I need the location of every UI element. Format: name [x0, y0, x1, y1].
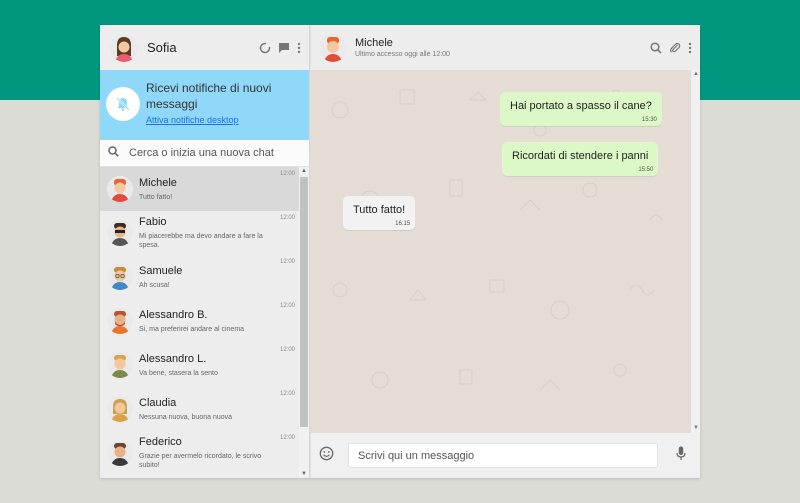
chat-preview: Si, ma preferirei andare al cinema	[139, 325, 245, 333]
message-bubble-outgoing[interactable]: Ricordati di stendere i panni 15:50	[502, 142, 659, 176]
avatar	[107, 176, 133, 202]
composer-bar	[310, 433, 700, 478]
enable-notifications-link[interactable]: Attiva notifiche desktop	[146, 115, 301, 125]
chat-name: Michele	[139, 176, 177, 189]
message-area-scrollbar[interactable]: ▲ ▼	[691, 70, 700, 433]
notification-title: Ricevi notifiche di nuovi messaggi	[146, 81, 272, 111]
contact-name: Michele	[355, 37, 393, 49]
chat-list: Michele Tutto fatto! 12:00 Fabio Mi piacer…	[100, 167, 309, 478]
avatar	[107, 352, 133, 378]
message-bubble-incoming[interactable]: Tutto fatto! 16:15	[343, 196, 416, 230]
scroll-up-arrow-icon[interactable]: ▲	[301, 168, 307, 174]
chat-preview: Mi piacerebbe ma devo andare a fare la s…	[139, 233, 263, 249]
message-text: Ricordati di stendere i panni	[512, 150, 649, 162]
chat-name: Alessandro B.	[139, 308, 208, 321]
chat-time: 12:00	[279, 435, 295, 441]
chat-name: Federico	[139, 436, 182, 448]
scroll-down-arrow-icon[interactable]: ▼	[693, 425, 699, 431]
chat-time: 12:00	[279, 171, 295, 177]
chat-preview: Nessuna nuova, buona nuova	[139, 413, 233, 421]
sidebar: Sofia Ricevi notifiche di nuovi messaggi…	[100, 25, 310, 478]
scroll-down-arrow-icon[interactable]: ▼	[301, 471, 307, 477]
avatar	[107, 220, 133, 246]
user-name: Sofia	[147, 40, 177, 55]
kebab-menu-icon[interactable]	[688, 42, 692, 54]
conversation-header: Michele Ultimo accesso oggi alle 12:00	[310, 25, 700, 70]
chat-name: Alessandro L.	[139, 352, 207, 365]
avatar	[107, 308, 133, 334]
chat-preview: Va bene, stasera la sento	[139, 369, 218, 377]
chat-name: Samuele	[139, 264, 183, 277]
message-time: 15:30	[641, 117, 657, 123]
search-icon[interactable]	[650, 41, 662, 54]
chat-app: Sofia Ricevi notifiche di nuovi messaggi…	[100, 25, 700, 478]
avatar	[107, 440, 133, 466]
chat-item-claudia[interactable]: Claudia Nessuna nuova, buona nuova 12:00	[100, 387, 309, 431]
chat-item-fabio[interactable]: Fabio Mi piacerebbe ma devo andare a fare…	[100, 211, 309, 255]
last-seen-status: Ultimo accesso oggi alle 12:00	[355, 51, 450, 58]
notification-banner: Ricevi notifiche di nuovi messaggi Attiv…	[100, 70, 309, 140]
chat-name: Claudia	[139, 396, 177, 409]
chat-preview: Tutto fatto!	[139, 193, 173, 201]
status-ring-icon[interactable]	[259, 42, 271, 54]
chat-item-alessandro-l[interactable]: Alessandro L. Va bene, stasera la sento 1…	[100, 343, 309, 387]
search-input[interactable]	[129, 147, 289, 159]
paperclip-icon[interactable]	[669, 42, 681, 54]
chat-item-alessandro-b[interactable]: Alessandro B. Si, ma preferirei andare al…	[100, 299, 309, 343]
conversation-pane: Michele Ultimo accesso oggi alle 12:00 H…	[310, 25, 700, 478]
chat-list-scrollbar[interactable]: ▲ ▼	[299, 167, 309, 478]
chat-time: 12:00	[279, 259, 295, 265]
message-area: Hai portato a spasso il cane? 15:30 Rico…	[310, 70, 700, 433]
user-avatar[interactable]	[110, 33, 138, 62]
chat-item-samuele[interactable]: Samuele Ah scusa! 12:00	[100, 255, 309, 299]
chat-bubble-icon[interactable]	[278, 42, 290, 54]
chat-item-michele[interactable]: Michele Tutto fatto! 12:00	[100, 167, 309, 211]
message-input-box	[348, 443, 658, 468]
chat-preview: Ah scusa!	[139, 281, 170, 289]
message-bubble-outgoing[interactable]: Hai portato a spasso il cane? 15:30	[500, 92, 662, 126]
message-input[interactable]	[358, 449, 628, 462]
avatar	[107, 396, 133, 422]
message-text: Hai portato a spasso il cane?	[510, 100, 652, 112]
search-bar	[100, 140, 309, 167]
sidebar-header: Sofia	[100, 25, 309, 70]
bell-off-icon	[106, 87, 140, 121]
microphone-icon[interactable]	[676, 446, 686, 466]
emoji-icon[interactable]	[319, 446, 334, 466]
contact-avatar[interactable]	[319, 33, 347, 62]
chat-item-federico[interactable]: Federico Grazie per avermelo ricordato, l…	[100, 431, 309, 475]
chat-time: 12:00	[279, 303, 295, 309]
message-time: 16:15	[395, 221, 411, 227]
kebab-menu-icon[interactable]	[297, 42, 301, 54]
chat-name: Fabio	[139, 216, 167, 228]
avatar	[107, 264, 133, 290]
chat-preview: Grazie per avermelo ricordato, le scrivo…	[139, 453, 262, 469]
chat-time: 12:00	[279, 215, 295, 221]
search-icon[interactable]	[108, 144, 119, 162]
message-text: Tutto fatto!	[353, 204, 406, 216]
scroll-up-arrow-icon[interactable]: ▲	[693, 71, 699, 77]
chat-time: 12:00	[279, 391, 295, 397]
message-time: 15:50	[638, 167, 654, 173]
scrollbar-thumb[interactable]	[300, 177, 308, 427]
chat-time: 12:00	[279, 347, 295, 353]
